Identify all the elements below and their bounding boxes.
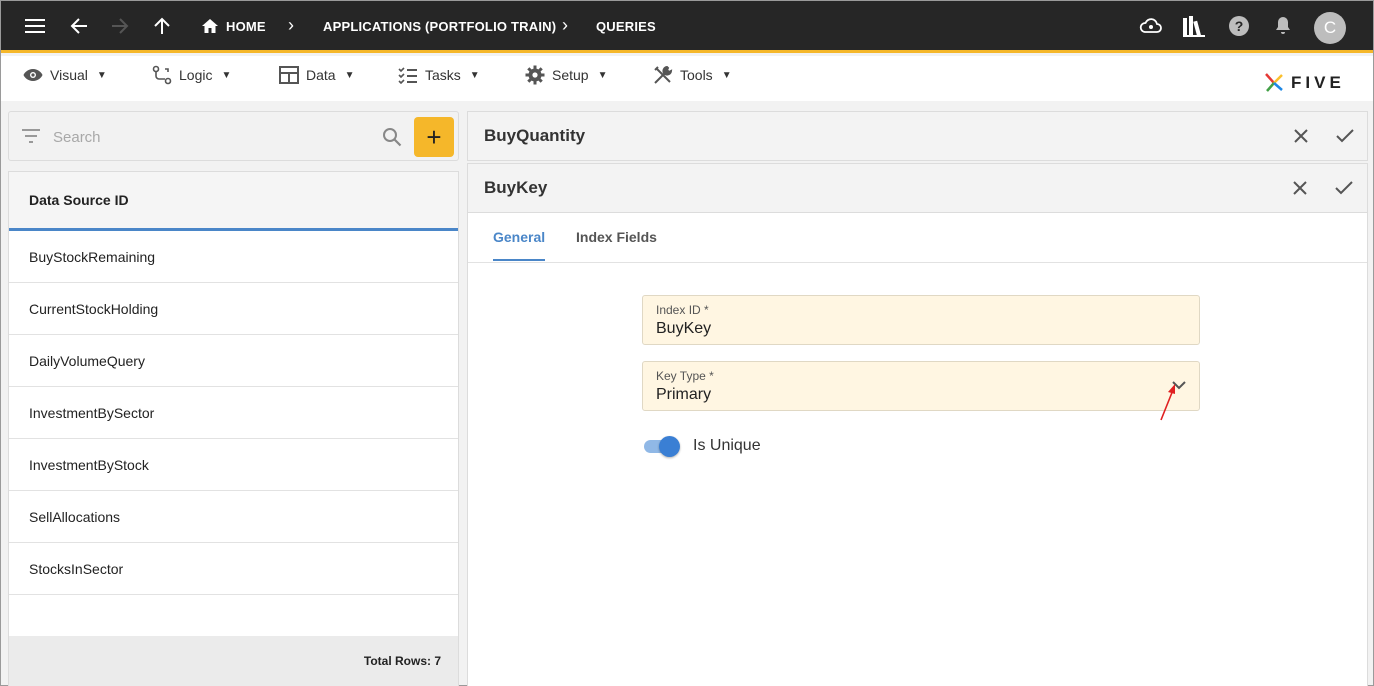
menu-data-label: Data [306, 67, 336, 83]
inner-form-title: BuyKey [484, 178, 548, 197]
chevron-right-icon: › [562, 15, 568, 35]
five-logo: FIVE [1263, 72, 1345, 94]
close-icon [1293, 181, 1307, 195]
list-item[interactable]: SellAllocations [9, 491, 458, 543]
menu-visual-label: Visual [50, 67, 88, 83]
help-icon[interactable]: ? [1226, 13, 1252, 39]
breadcrumb-applications[interactable]: APPLICATIONS (PORTFOLIO TRAIN) [323, 19, 556, 34]
menu-bar: Visual ▼ Logic ▼ Data ▼ Tasks ▼ Setup ▼ Tools… [1, 56, 1373, 101]
check-icon [1336, 129, 1354, 143]
menu-tasks-label: Tasks [425, 67, 461, 83]
key-type-select[interactable]: Key Type * Primary [642, 361, 1200, 411]
inner-close-button[interactable] [1288, 176, 1312, 200]
caret-down-icon: ▼ [221, 69, 232, 81]
table-icon [279, 66, 299, 84]
caret-down-icon: ▼ [96, 69, 107, 81]
search-icon[interactable] [382, 127, 402, 147]
menu-tools-label: Tools [680, 67, 713, 83]
inner-form-header: BuyKey [467, 163, 1368, 213]
menu-tools[interactable]: Tools ▼ [653, 64, 732, 86]
list-item[interactable]: DailyVolumeQuery [9, 335, 458, 387]
caret-down-icon: ▼ [344, 69, 355, 81]
close-icon [1294, 129, 1308, 143]
index-detail-panel: General Index Fields Index ID * BuyKey K… [467, 213, 1368, 686]
menu-tasks[interactable]: Tasks ▼ [398, 64, 480, 86]
chevron-right-icon: › [288, 15, 294, 35]
avatar[interactable]: C [1314, 12, 1346, 44]
checklist-icon [398, 67, 417, 84]
menu-logic[interactable]: Logic ▼ [152, 64, 231, 86]
library-icon[interactable] [1181, 13, 1207, 39]
index-id-field[interactable]: Index ID * BuyKey [642, 295, 1200, 345]
check-icon [1335, 181, 1353, 195]
top-app-bar: HOME › APPLICATIONS (PORTFOLIO TRAIN) › … [1, 1, 1373, 53]
caret-down-icon: ▼ [469, 69, 480, 81]
search-input[interactable] [53, 125, 373, 149]
tab-index-fields[interactable]: Index Fields [576, 229, 657, 245]
search-bar: + [8, 111, 459, 161]
caret-down-icon: ▼ [597, 69, 608, 81]
menu-icon[interactable] [22, 13, 48, 39]
tab-general[interactable]: General [493, 229, 546, 261]
column-header-data-source-id[interactable]: Data Source ID [9, 172, 458, 231]
five-logo-text: FIVE [1291, 73, 1345, 92]
cloud-settings-icon[interactable] [1138, 13, 1164, 39]
outer-form-title: BuyQuantity [484, 126, 586, 145]
forward-arrow-icon[interactable] [107, 13, 133, 39]
annotation-arrow-icon [1160, 384, 1175, 421]
tab-bar: General Index Fields [468, 213, 1367, 263]
toggle-knob [659, 436, 680, 457]
tools-icon [654, 65, 673, 84]
outer-form-header: BuyQuantity [467, 111, 1368, 161]
menu-visual[interactable]: Visual ▼ [23, 64, 107, 86]
menu-data[interactable]: Data ▼ [279, 64, 354, 86]
index-id-value: BuyKey [656, 320, 712, 337]
inner-save-button[interactable] [1332, 176, 1356, 200]
svg-text:?: ? [1235, 18, 1244, 34]
home-icon[interactable] [197, 13, 223, 39]
filter-icon[interactable] [22, 129, 40, 143]
eye-icon [23, 69, 43, 81]
menu-setup-label: Setup [552, 67, 589, 83]
gear-icon [525, 65, 545, 85]
key-type-label: Key Type * [656, 369, 714, 383]
list-item[interactable]: InvestmentBySector [9, 387, 458, 439]
data-source-list: Data Source ID BuyStockRemaining Current… [8, 171, 459, 686]
list-item[interactable]: StocksInSector [9, 543, 458, 595]
key-type-value: Primary [656, 386, 712, 403]
total-rows-count: Total Rows: 7 [9, 636, 458, 686]
list-item[interactable]: CurrentStockHolding [9, 283, 458, 335]
list-item[interactable]: InvestmentByStock [9, 439, 458, 491]
up-arrow-icon[interactable] [149, 13, 175, 39]
add-button[interactable]: + [414, 117, 454, 157]
is-unique-toggle[interactable] [642, 435, 680, 457]
breadcrumb-queries[interactable]: QUERIES [596, 19, 656, 34]
five-logo-mark-icon [1265, 73, 1283, 92]
list-item[interactable]: BuyStockRemaining [9, 231, 458, 283]
outer-close-button[interactable] [1289, 124, 1313, 148]
outer-save-button[interactable] [1333, 124, 1357, 148]
index-id-label: Index ID * [656, 303, 709, 317]
is-unique-label: Is Unique [693, 437, 761, 454]
menu-setup[interactable]: Setup ▼ [525, 64, 608, 86]
notifications-icon[interactable] [1270, 13, 1296, 39]
caret-down-icon: ▼ [721, 69, 732, 81]
back-arrow-icon[interactable] [66, 13, 92, 39]
menu-logic-label: Logic [179, 67, 213, 83]
flow-icon [152, 65, 172, 85]
breadcrumb-home[interactable]: HOME [226, 19, 266, 34]
